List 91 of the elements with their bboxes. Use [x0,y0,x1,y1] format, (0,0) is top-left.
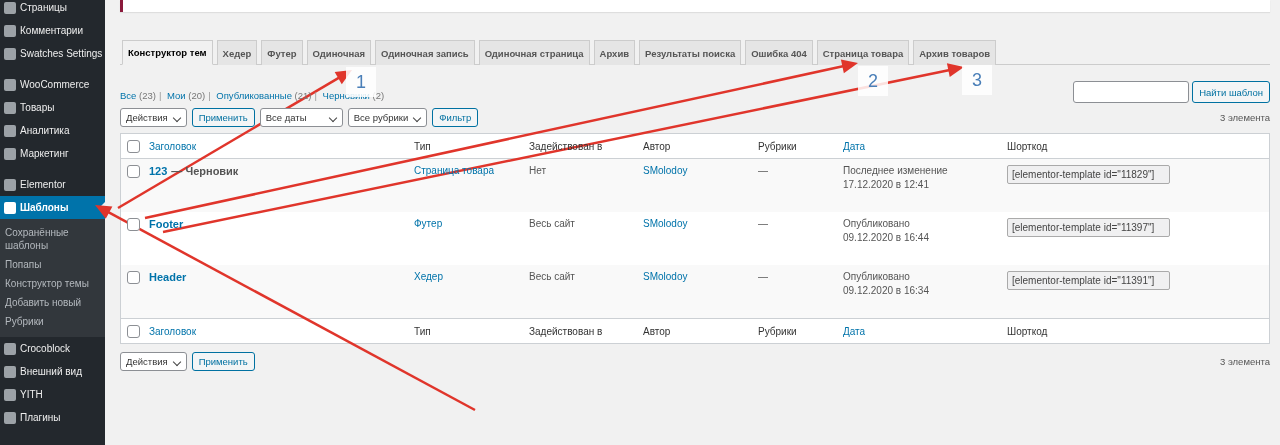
sidebar-item[interactable]: Плагины [0,406,105,429]
template-title-link[interactable]: 123 [149,165,168,177]
row-checkbox[interactable] [127,271,140,284]
tab[interactable]: Страница товара [816,40,910,65]
callout-number: 3 [962,65,992,95]
separator: | [314,90,317,101]
date-text: 09.12.2020 в 16:44 [843,232,930,243]
separator: | [158,90,162,101]
author-link[interactable]: SMolodoy [643,218,688,229]
row-checkbox[interactable] [127,165,140,178]
type-link[interactable]: Страница товара [414,165,494,176]
submenu-item[interactable]: Рубрики [0,312,105,331]
sidebar-item[interactable]: Внешний вид [0,360,105,383]
tab[interactable]: Хедер [216,40,258,65]
sidebar-item[interactable]: Elementor [0,173,105,196]
tab[interactable]: Ошибка 404 [745,40,813,65]
type-link[interactable]: Хедер [414,271,443,282]
author-link[interactable]: SMolodoy [643,165,688,176]
category-select[interactable]: Все рубрики [347,108,428,127]
categories-text: — [758,165,768,176]
sidebar-item[interactable]: Страницы [0,0,105,19]
used-in-text: Нет [529,165,547,176]
tab[interactable]: Конструктор тем [122,40,213,65]
submenu-item[interactable]: Попапы [0,255,105,274]
bulk-action-select[interactable]: Действия [120,108,187,127]
submenu-item[interactable]: Конструктор темы [0,274,105,293]
column-header: Шорткод [1007,140,1048,152]
search-field[interactable] [1073,81,1190,103]
item-count: 3 элемента [1220,112,1270,123]
column-header: Тип [414,140,431,152]
column-header[interactable]: Дата [843,325,866,337]
tab[interactable]: Результаты поиска [639,40,742,65]
submenu-item[interactable]: Добавить новый [0,293,105,312]
shortcode-field[interactable]: [elementor-template id="11397"] [1007,218,1170,237]
tab[interactable]: Одиночная [306,40,372,65]
used-in-text: Весь сайт [529,218,575,229]
date-status: Опубликовано [843,218,911,229]
row-checkbox[interactable] [127,218,140,231]
sidebar-item[interactable]: Товары [0,96,105,119]
tab[interactable]: Одиночная запись [375,40,475,65]
column-header: Задействован в [529,325,603,337]
column-header: Рубрики [758,325,797,337]
date-select[interactable]: Все даты [259,108,343,127]
tab[interactable]: Архив товаров [913,40,997,65]
column-header[interactable]: Заголовок [149,140,197,152]
sidebar-item[interactable]: Swatches Settings [0,42,105,65]
categories-text: — [758,271,768,282]
select-all-checkbox[interactable] [127,324,140,338]
column-header[interactable]: Дата [843,140,866,152]
column-header: Тип [414,325,431,337]
date-text: 17.12.2020 в 12:41 [843,179,930,190]
filter-link[interactable]: Все (23) [120,90,156,101]
column-header[interactable]: Заголовок [149,325,197,337]
column-header: Автор [643,140,671,152]
tab[interactable]: Архив [593,40,636,65]
sidebar-item[interactable]: Комментарии [0,19,105,42]
filter-button[interactable]: Фильтр [432,108,479,127]
template-title-link[interactable]: Footer [149,218,184,230]
date-status: Опубликовано [843,271,911,282]
date-text: 09.12.2020 в 16:34 [843,285,930,296]
sidebar-item[interactable]: Шаблоны [0,196,105,219]
tab[interactable]: Футер [261,40,303,65]
used-in-text: Весь сайт [529,271,575,282]
column-header: Шорткод [1007,325,1048,337]
filter-link[interactable]: Мои (20) [167,90,206,101]
column-header: Автор [643,325,671,337]
apply-button[interactable]: Применить [191,352,255,371]
sidebar-item[interactable]: Crocoblock [0,337,105,360]
type-link[interactable]: Футер [414,218,443,229]
bulk-action-select[interactable]: Действия [120,352,187,371]
separator: | [208,90,211,101]
tab[interactable]: Одиночная страница [478,40,590,65]
sidebar-item[interactable]: Аналитика [0,119,105,142]
column-header: Рубрики [758,140,797,152]
categories-text: — [758,218,768,229]
item-count: 3 элемента [1220,356,1270,367]
select-all-checkbox[interactable] [127,139,140,153]
date-status: Последнее изменение [843,165,949,176]
template-title-link[interactable]: Header [149,271,187,283]
sidebar-item[interactable]: WooCommerce [0,73,105,96]
draft-status: — Черновик [171,165,239,177]
author-link[interactable]: SMolodoy [643,271,688,282]
search-button[interactable]: Найти шаблон [1192,81,1270,103]
shortcode-field[interactable]: [elementor-template id="11391"] [1007,271,1170,290]
shortcode-field[interactable]: [elementor-template id="11829"] [1007,165,1170,184]
filter-link[interactable]: Черновики (2) [322,90,385,101]
sidebar-item[interactable]: Маркетинг [0,142,105,165]
submenu-item[interactable]: Сохранённые шаблоны [0,223,105,255]
callout-number: 2 [858,66,888,96]
apply-button[interactable]: Применить [191,108,255,127]
sidebar-item[interactable]: YITH [0,383,105,406]
